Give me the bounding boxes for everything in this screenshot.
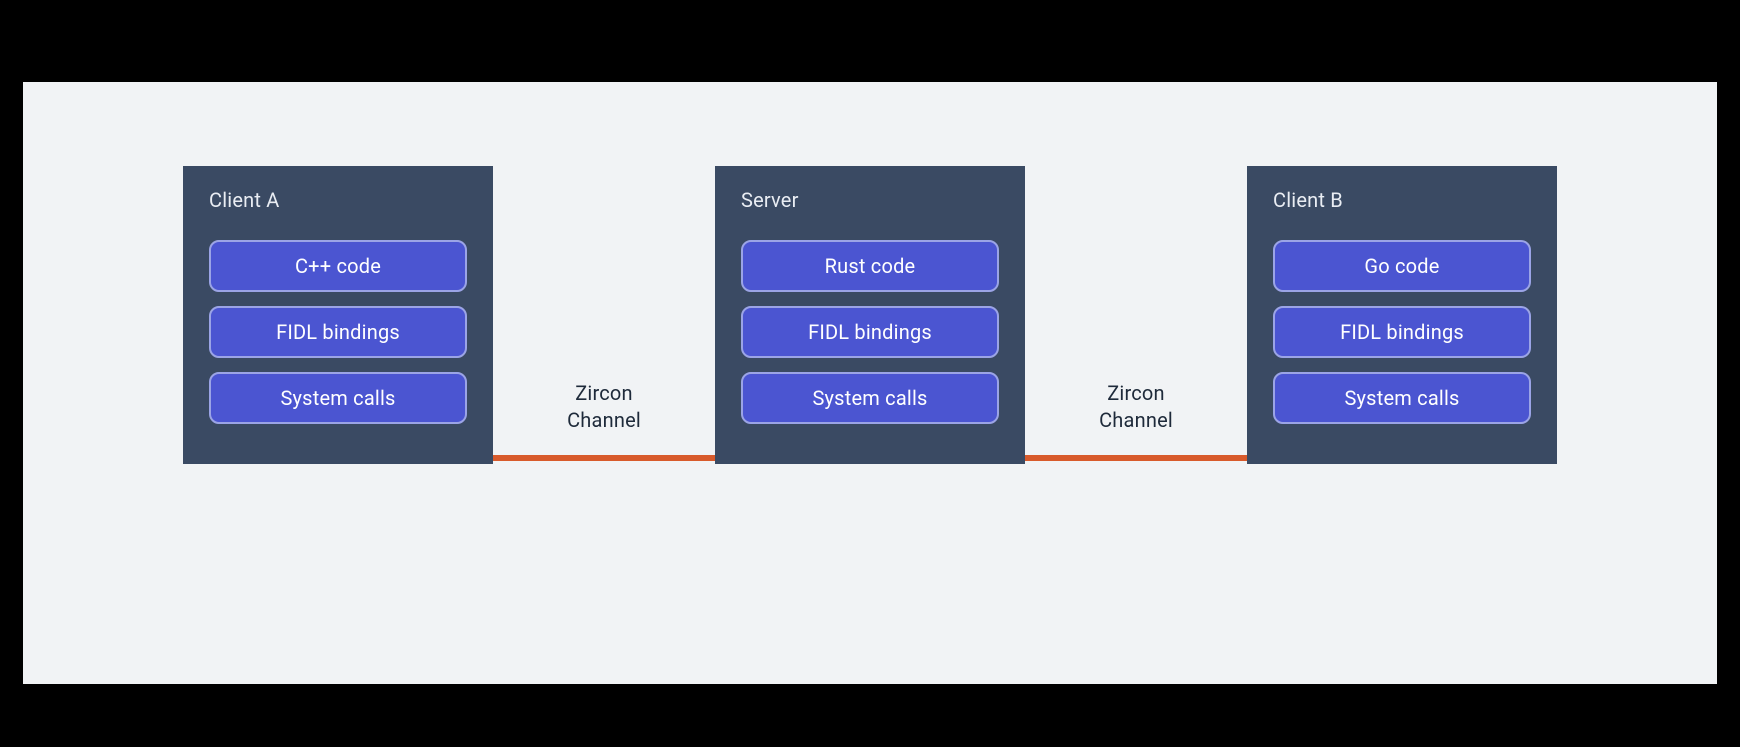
layer-code: Go code — [1273, 240, 1531, 292]
channel-gap: Zircon Channel — [493, 166, 715, 464]
layer-code: Rust code — [741, 240, 999, 292]
layer-bindings: FIDL bindings — [741, 306, 999, 358]
channel-label: Zircon Channel — [493, 380, 715, 434]
box-server: Server Rust code FIDL bindings System ca… — [715, 166, 1025, 464]
channel-label: Zircon Channel — [1025, 380, 1247, 434]
layer-bindings: FIDL bindings — [1273, 306, 1531, 358]
box-client-b: Client B Go code FIDL bindings System ca… — [1247, 166, 1557, 464]
layer-syscalls: System calls — [1273, 372, 1531, 424]
channel-gap: Zircon Channel — [1025, 166, 1247, 464]
diagram-canvas: Client A C++ code FIDL bindings System c… — [23, 82, 1717, 684]
diagram-row: Client A C++ code FIDL bindings System c… — [23, 166, 1717, 464]
box-title: Client A — [209, 188, 467, 212]
channel-line — [1025, 455, 1247, 461]
box-title: Client B — [1273, 188, 1531, 212]
channel-label-line1: Zircon — [1107, 381, 1165, 405]
channel-label-line2: Channel — [567, 408, 641, 432]
layer-code: C++ code — [209, 240, 467, 292]
layer-syscalls: System calls — [741, 372, 999, 424]
layer-bindings: FIDL bindings — [209, 306, 467, 358]
channel-label-line1: Zircon — [575, 381, 633, 405]
channel-line — [493, 455, 715, 461]
channel-label-line2: Channel — [1099, 408, 1173, 432]
box-title: Server — [741, 188, 999, 212]
layer-syscalls: System calls — [209, 372, 467, 424]
box-client-a: Client A C++ code FIDL bindings System c… — [183, 166, 493, 464]
